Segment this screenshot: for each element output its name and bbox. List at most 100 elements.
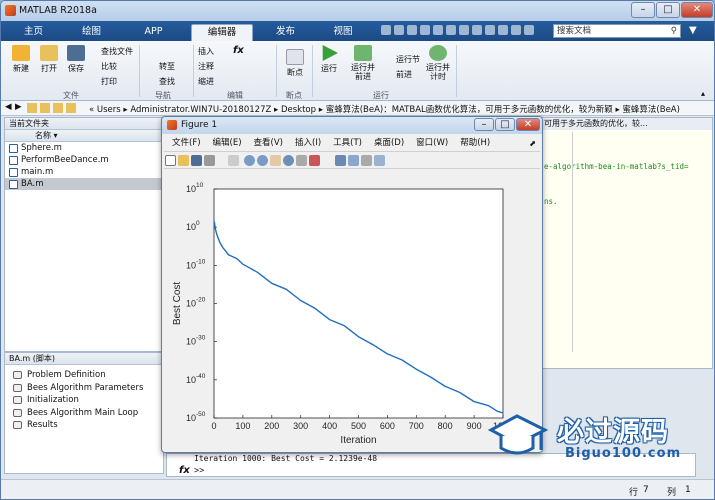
hide-tools-icon[interactable] [360,155,372,166]
dock-arrow-icon[interactable]: ⬈ [529,139,536,148]
rotate-icon[interactable] [282,155,294,166]
menu-window[interactable]: 窗口(W) [416,136,448,148]
y-tick-exponent: -50 [196,411,206,418]
separator [456,45,457,97]
y-tick-label: 10 [186,184,196,194]
menu-view[interactable]: 查看(V) [254,136,283,148]
pan-icon[interactable] [269,155,281,166]
x-tick-label: 400 [322,421,337,431]
figure-title-bar: Figure 1 – □ ✕ [162,117,542,134]
editor-tab-text: 可用于多元函数的优化，较... [542,118,712,130]
comment-button[interactable]: 注释 [198,61,214,72]
goto-button[interactable]: 转至 [159,61,175,72]
figure-toolbar: ⬈ [164,139,540,169]
back-icon[interactable]: ◀ [5,102,12,112]
save-icon[interactable] [191,155,202,166]
menu-file[interactable]: 文件(F) [172,136,201,148]
figure-menu-bar: 文件(F) 编辑(E) 查看(V) 插入(I) 工具(T) 桌面(D) 窗口(W) 帮助(H) [162,136,542,150]
file-row-selected[interactable]: BA.m [5,178,163,190]
compare-button[interactable]: 比较 [101,61,117,72]
print-button[interactable]: 打印 [101,76,117,87]
legend-icon[interactable] [347,155,359,166]
colorbar-icon[interactable] [334,155,346,166]
figure-close-button[interactable]: ✕ [516,118,540,131]
file-row[interactable]: PerformBeeDance.m [5,154,163,166]
plus-icon [12,45,30,61]
editor-panel[interactable]: 可用于多元函数的优化，较... e-algorithm-bea-in-matla… [541,117,713,369]
section-item[interactable]: Initialization [5,394,163,407]
find-button[interactable]: 查找 [159,76,175,87]
separator [276,45,277,97]
close-button[interactable]: ✕ [681,2,713,18]
dock-icon[interactable] [373,155,385,166]
breakpoints-group-label: 断点 [286,91,302,100]
run-button[interactable]: 运行 [316,45,342,74]
fx-icon[interactable]: fx [179,465,190,476]
tab-plots[interactable]: 绘图 [69,24,114,41]
search-input[interactable]: 搜索文档 ⚲ [553,24,681,38]
menu-help[interactable]: 帮助(H) [460,136,490,148]
figure-minimize-button[interactable]: – [474,118,494,131]
current-path[interactable]: « Users ▸ Administrator.WIN7U-20180127Z … [89,103,680,115]
section-item[interactable]: Bees Algorithm Main Loop [5,407,163,420]
folder-icon [40,45,58,61]
run-time-button[interactable]: 运行并 计时 [421,45,455,81]
forward-icon[interactable]: ▶ [15,102,22,112]
window-title: MATLAB R2018a [19,5,97,16]
folder-up-icon[interactable] [27,103,77,113]
save-button[interactable]: 保存 [63,45,89,74]
minimize-button[interactable]: – [631,2,655,18]
breakpoints-button[interactable]: 断点 [281,49,309,78]
zoom-out-icon[interactable] [256,155,268,166]
pointer-icon[interactable] [220,155,226,166]
file-row[interactable]: main.m [5,166,163,178]
advance-button[interactable]: 前进 [396,69,412,80]
open-icon[interactable] [178,155,189,166]
menu-desktop[interactable]: 桌面(D) [374,136,404,148]
timer-icon [429,45,447,61]
print-icon[interactable] [204,155,215,166]
section-item[interactable]: Results [5,419,163,432]
tab-apps[interactable]: APP [131,24,176,41]
section-item[interactable]: Bees Algorithm Parameters [5,382,163,395]
menu-edit[interactable]: 编辑(E) [213,136,242,148]
menu-tools[interactable]: 工具(T) [333,136,362,148]
figure-window[interactable]: Figure 1 – □ ✕ 文件(F) 编辑(E) 查看(V) 插入(I) 工具(T)… [161,116,543,453]
m-file-icon [9,168,18,177]
ribbon: 新建 打开 保存 查找文件 比较 打印 文件 转至 查找 导航 插入 注释 缩进… [1,41,714,101]
datacursor-icon[interactable] [295,155,307,166]
figure-maximize-button[interactable]: □ [495,118,515,131]
select-icon[interactable] [227,155,239,166]
file-row[interactable]: Sphere.m [5,142,163,154]
new-button[interactable]: 新建 [7,45,35,74]
link-icon[interactable] [325,155,333,166]
line-value: 7 [643,485,649,495]
search-icon: ⚲ [670,26,677,36]
insert-button[interactable]: 插入 [198,46,214,57]
name-column-header[interactable]: 名称 ▾ [5,130,163,142]
indent-button[interactable]: 缩进 [198,76,214,87]
x-axis-label: Iteration [340,435,376,446]
find-files-button[interactable]: 查找文件 [101,46,133,57]
maximize-button[interactable]: □ [656,2,680,18]
brush-icon[interactable] [308,155,320,166]
tab-view[interactable]: 视图 [319,24,367,41]
file-group-label: 文件 [63,91,79,100]
section-item[interactable]: Problem Definition [5,369,163,382]
filter-icon[interactable]: ▼ [689,25,697,36]
section-icon [13,383,22,392]
menu-insert[interactable]: 插入(I) [295,136,321,148]
run-advance-icon [354,45,372,61]
run-advance-button[interactable]: 运行并 前进 [346,45,380,81]
collapse-ribbon-icon[interactable]: ▴ [701,89,705,98]
tab-editor[interactable]: 编辑器 [191,24,253,41]
new-figure-icon[interactable] [165,155,176,166]
fx-icon[interactable]: fx [233,45,244,56]
run-section-button[interactable]: 运行节 [396,54,420,65]
x-tick-label: 600 [380,421,395,431]
tab-publish[interactable]: 发布 [263,24,308,41]
zoom-in-icon[interactable] [243,155,255,166]
open-button[interactable]: 打开 [35,45,63,74]
tab-home[interactable]: 主页 [11,24,56,41]
title-bar: MATLAB R2018a – □ ✕ [1,1,714,21]
